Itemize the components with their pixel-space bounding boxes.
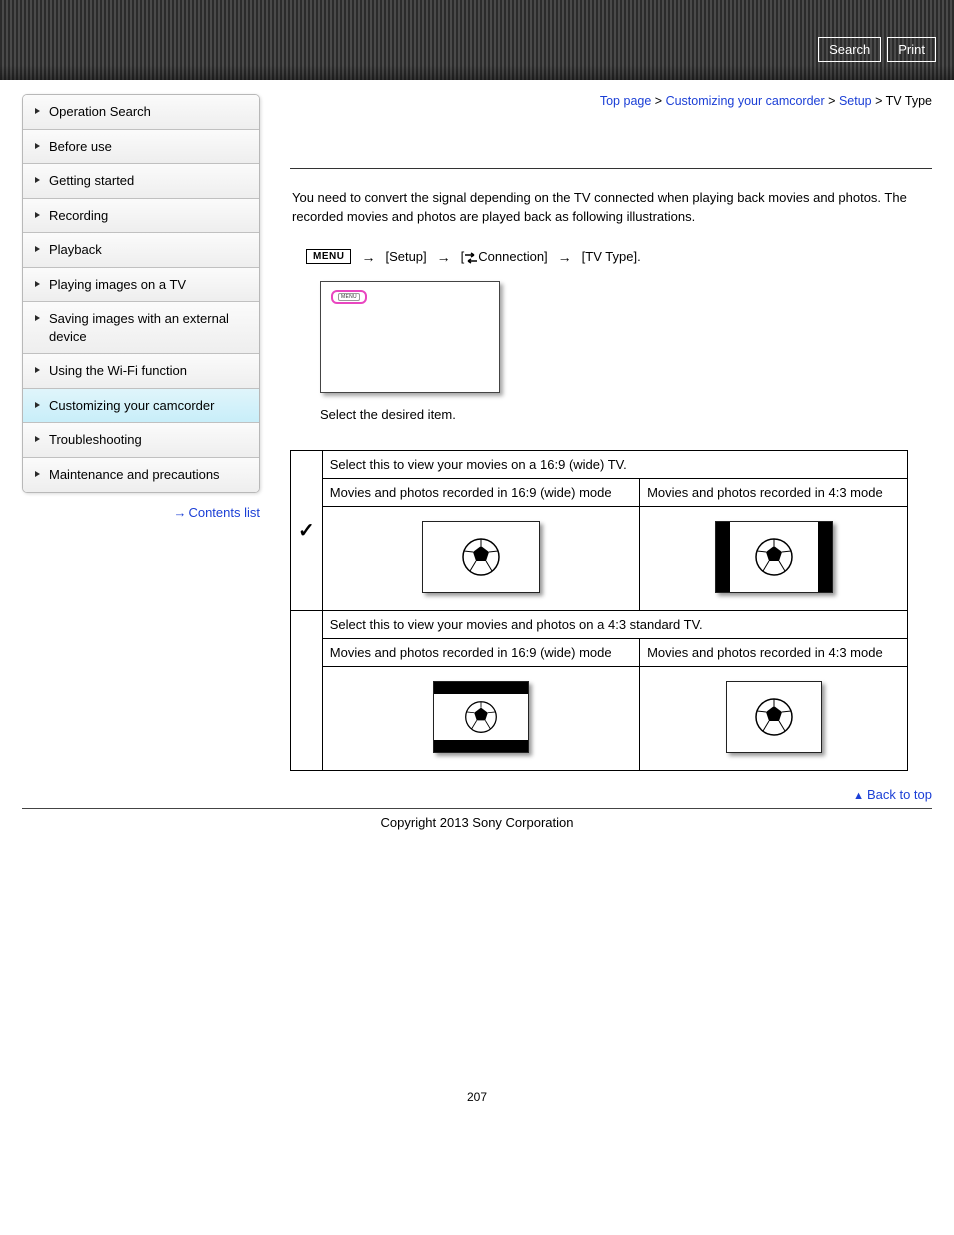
col-header-16-9: Movies and photos recorded in 16:9 (wide… [322,478,639,506]
path-tvtype: [TV Type]. [582,249,641,264]
breadcrumb-sep: > [655,94,662,108]
options-table: ✓ Select this to view your movies on a 1… [290,450,908,771]
sidebar-item-recording[interactable]: Recording [23,199,259,234]
sidebar-item-getting-started[interactable]: Getting started [23,164,259,199]
breadcrumb: Top page > Customizing your camcorder > … [290,94,932,108]
print-button[interactable]: Print [887,37,936,62]
intro-text: You need to convert the signal depending… [290,189,932,227]
page-number: 207 [0,1090,954,1104]
soccer-ball-icon [464,700,498,734]
arrow-right-icon: → [558,249,572,265]
thumb-4-3-on-wide [640,506,908,610]
soccer-ball-icon [461,537,501,577]
arrow-right-icon: → [361,249,375,265]
option-4-3-blank [291,610,323,770]
sidebar-item-troubleshooting[interactable]: Troubleshooting [23,423,259,458]
arrow-right-icon: → [437,249,451,265]
breadcrumb-sep: > [875,94,882,108]
footer-divider [22,808,932,809]
sidebar-item-operation-search[interactable]: Operation Search [23,95,259,130]
menu-icon: MENU [306,249,351,264]
back-to-top[interactable]: ▲Back to top [0,787,932,802]
sidebar-item-before-use[interactable]: Before use [23,130,259,165]
col-header-4-3: Movies and photos recorded in 4:3 mode [640,638,908,666]
contents-list-label: Contents list [188,505,260,520]
thumb-16-9-on-wide [322,506,639,610]
breadcrumb-customizing[interactable]: Customizing your camcorder [666,94,825,108]
header-banner: Search Print [0,0,954,80]
col-header-16-9: Movies and photos recorded in 16:9 (wide… [322,638,639,666]
lcd-illustration: MENU [320,281,500,393]
soccer-ball-icon [754,537,794,577]
back-to-top-link[interactable]: Back to top [867,787,932,802]
sidebar-item-saving-external[interactable]: Saving images with an external device [23,302,259,354]
sidebar: Operation Search Before use Getting star… [22,94,260,771]
soccer-ball-icon [754,697,794,737]
menu-highlight: MENU [331,290,367,304]
sidebar-item-playback[interactable]: Playback [23,233,259,268]
nav-list: Operation Search Before use Getting star… [22,94,260,493]
thumb-4-3-on-std [640,666,908,770]
breadcrumb-sep: > [828,94,835,108]
divider [290,168,932,169]
option-16-9-desc: Select this to view your movies on a 16:… [322,450,907,478]
arrow-right-icon: → [173,505,186,520]
option-default-check: ✓ [291,450,323,610]
path-setup: [Setup] [385,249,426,264]
select-desired-text: Select the desired item. [290,407,932,422]
sidebar-item-maintenance[interactable]: Maintenance and precautions [23,458,259,492]
breadcrumb-top[interactable]: Top page [600,94,651,108]
sidebar-item-wifi[interactable]: Using the Wi-Fi function [23,354,259,389]
main-content: Top page > Customizing your camcorder > … [290,94,932,771]
menu-path: MENU → [Setup] → [Connection] → [TV Type… [290,249,932,265]
search-button[interactable]: Search [818,37,881,62]
triangle-up-icon: ▲ [853,790,864,802]
copyright: Copyright 2013 Sony Corporation [0,815,954,830]
col-header-4-3: Movies and photos recorded in 4:3 mode [640,478,908,506]
menu-tiny-label: MENU [338,293,360,301]
connection-icon [464,252,478,264]
breadcrumb-setup[interactable]: Setup [839,94,872,108]
sidebar-item-customizing[interactable]: Customizing your camcorder [23,389,259,424]
path-connection: [Connection] [461,249,548,264]
option-4-3-desc: Select this to view your movies and phot… [322,610,907,638]
thumb-16-9-on-std [322,666,639,770]
sidebar-item-playing-on-tv[interactable]: Playing images on a TV [23,268,259,303]
breadcrumb-current: TV Type [886,94,932,108]
contents-list-link[interactable]: →Contents list [22,505,260,520]
